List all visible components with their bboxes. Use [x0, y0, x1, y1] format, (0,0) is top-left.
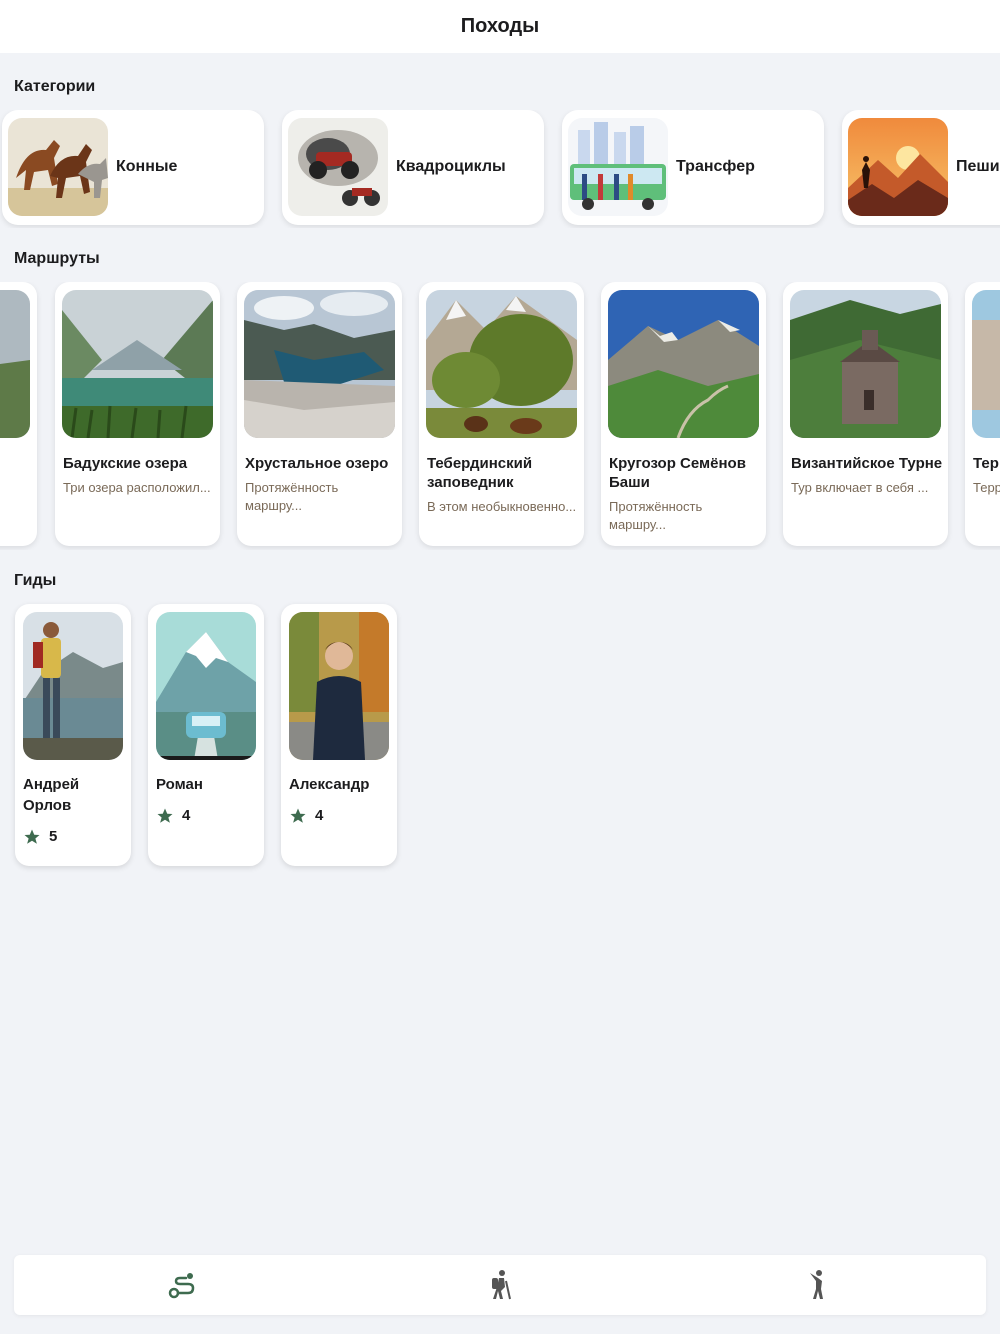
route-name: Византийское Турне Тур включает в себя ..… — [791, 455, 943, 495]
star-icon — [290, 808, 306, 823]
bus-image — [568, 118, 668, 216]
route-description: Тур включает в себя ... — [791, 480, 929, 495]
guide-name: Роман 4 — [156, 774, 260, 826]
tab-routes[interactable] — [164, 1267, 200, 1303]
guides-heading: Гиды — [14, 572, 57, 589]
hiker-icon — [492, 1270, 511, 1300]
route-description: В этом необыкновенно... — [427, 499, 577, 514]
atv-image — [288, 118, 388, 216]
tab-bar — [14, 1255, 986, 1315]
rating-value: 4 — [182, 807, 191, 824]
category-card-transfer[interactable]: Трансфер — [562, 110, 824, 225]
route-card[interactable]: Бадукские озера Три озера расположил... — [55, 282, 220, 546]
guide-photo — [156, 612, 256, 760]
route-name — [0, 454, 32, 460]
guide-name: Андрей Орлов 5 — [23, 774, 127, 847]
route-name: Хрустальное озеро Протяжённость маршру... — [245, 454, 397, 515]
route-name: Тебердинский заповедник В этом необыкнове… — [427, 454, 579, 516]
route-icon — [168, 1273, 195, 1299]
horses-image — [8, 118, 108, 216]
person-icon — [810, 1270, 823, 1299]
route-card[interactable]: Хрустальное озеро Протяжённость маршру... — [237, 282, 402, 546]
category-card-atv[interactable]: Квадроциклы — [282, 110, 544, 225]
route-image — [62, 290, 213, 438]
guide-rating: 4 — [156, 805, 260, 826]
routes-heading: Маршруты — [14, 250, 100, 267]
route-description: Протяжённость маршру... — [609, 499, 703, 532]
route-name: Тер истоТерр исто — [973, 454, 1000, 497]
star-icon — [157, 808, 173, 823]
route-card[interactable]: Византийское Турне Тур включает в себя ..… — [783, 282, 948, 546]
tab-profile[interactable] — [800, 1267, 836, 1303]
star-icon — [24, 829, 40, 844]
top-bar: Походы — [0, 0, 1000, 53]
route-description: Протяжённость маршру... — [245, 480, 339, 513]
categories-heading: Категории — [14, 78, 96, 95]
rating-value: 4 — [315, 807, 324, 824]
guide-card[interactable]: Андрей Орлов 5 — [15, 604, 131, 866]
route-card[interactable]: Тер истоТерр исто — [965, 282, 1000, 546]
route-image — [790, 290, 941, 438]
page-title: Походы — [460, 15, 540, 37]
guide-card[interactable]: Роман 4 — [148, 604, 264, 866]
rating-value: 5 — [49, 828, 58, 845]
route-name: Кругозор Семёнов Баши Протяжённость маршр… — [609, 454, 761, 534]
tab-hikes[interactable] — [482, 1267, 518, 1303]
route-image — [0, 290, 30, 438]
guide-rating: 4 — [289, 805, 393, 826]
route-image — [426, 290, 577, 438]
guide-photo — [23, 612, 123, 760]
route-card[interactable]: Тебердинский заповедник В этом необыкнове… — [419, 282, 584, 546]
hiker-image — [848, 118, 948, 216]
guide-rating: 5 — [23, 826, 127, 847]
category-label: Конные — [116, 158, 178, 175]
route-name: Бадукские озера Три озера расположил... — [63, 454, 215, 497]
categories-list[interactable]: Конные Квадроциклы Трансфер Пеши — [0, 110, 1000, 228]
category-label: Квадроциклы — [396, 158, 506, 175]
guide-photo — [289, 612, 389, 760]
category-card-hiking[interactable]: Пеши — [842, 110, 1000, 225]
route-description: Терр исто — [973, 480, 1000, 495]
routes-list[interactable]: Бадукские озера Три озера расположил... Х… — [0, 282, 1000, 550]
category-label: Трансфер — [676, 158, 755, 175]
route-card[interactable] — [0, 282, 37, 546]
route-description: Три озера расположил... — [63, 480, 211, 495]
guide-card[interactable]: Александр 4 — [281, 604, 397, 866]
route-image — [972, 290, 1000, 438]
guide-name: Александр 4 — [289, 774, 393, 826]
category-label: Пеши — [956, 158, 1000, 175]
route-card[interactable]: Кругозор Семёнов Баши Протяжённость маршр… — [601, 282, 766, 546]
route-image — [244, 290, 395, 438]
category-card-horses[interactable]: Конные — [2, 110, 264, 225]
route-image — [608, 290, 759, 438]
